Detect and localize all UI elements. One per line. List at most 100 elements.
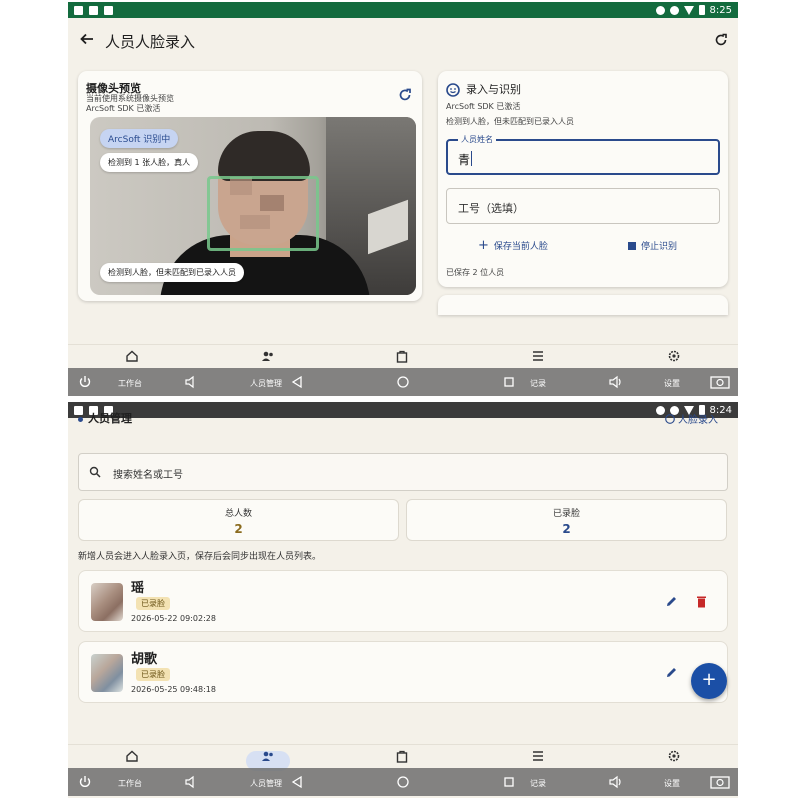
camera-refresh-icon[interactable]	[398, 88, 412, 102]
face-enroll-screen: 8:25 人员人脸录入 摄像头预览 当前使用系统摄像头预览 ArcSoft SD…	[68, 2, 738, 396]
status-time: 8:25	[709, 4, 732, 16]
text-caret	[471, 151, 472, 166]
nav-label-workbench: 工作台	[118, 779, 142, 788]
bag-icon	[396, 350, 408, 363]
gallery-notification-icon	[74, 5, 83, 15]
sdk-status-text: ArcSoft SDK 已激活	[86, 104, 161, 113]
bluetooth-icon	[655, 5, 665, 15]
enrolled-face-stat: 已录脸 2	[406, 499, 727, 541]
bag-icon	[396, 750, 408, 763]
bullet-icon	[78, 416, 83, 422]
status-bar: 8:25	[68, 2, 738, 18]
person-name-field[interactable]: 人员姓名 青	[446, 134, 720, 175]
people-icon	[262, 351, 273, 361]
nav-item-records[interactable]	[508, 349, 568, 369]
top-app-bar: 人员人脸录入	[68, 24, 738, 58]
list-item[interactable]: 瑶 已录脸 2026-05-22 09:02:28	[78, 570, 728, 632]
gear-icon	[668, 750, 680, 762]
face-smile-icon	[665, 413, 675, 424]
back-arrow-icon[interactable]	[80, 32, 94, 46]
nav-label-people: 人员管理	[250, 379, 282, 388]
face-count-chip: 检测到 1 张人脸，真人	[100, 153, 199, 172]
nav-item-settings[interactable]	[644, 749, 704, 769]
match-result-chip: 检测到人脸，但未匹配到已录入人员	[100, 263, 244, 282]
save-face-label: 保存当前人脸	[493, 242, 548, 252]
system-navigation-bar: 工作台 人员管理 记录 设置	[68, 368, 738, 396]
home-icon	[126, 350, 138, 362]
people-management-screen: 8:24 人员管理 人脸录入 搜索姓名或工号 总人数 2 已录脸 2 新增人员会…	[68, 402, 738, 798]
face-smile-icon	[446, 83, 460, 97]
nav-item-people[interactable]	[238, 749, 298, 769]
face-enroll-link-label: 人脸录入	[678, 415, 718, 426]
edit-pencil-icon[interactable]	[665, 666, 678, 679]
nav-item-workbench[interactable]	[102, 749, 162, 769]
nav-label-settings: 设置	[664, 779, 680, 788]
recents-square-icon[interactable]	[502, 375, 516, 389]
battery-icon	[698, 5, 705, 15]
stop-icon	[628, 241, 636, 250]
recents-square-icon[interactable]	[502, 775, 516, 789]
back-triangle-icon[interactable]	[290, 775, 304, 789]
nav-item-settings[interactable]	[644, 349, 704, 369]
home-circle-icon[interactable]	[396, 375, 410, 389]
plus-icon: +	[478, 237, 489, 253]
power-icon[interactable]	[78, 775, 92, 789]
page-title: 人员人脸录入	[105, 33, 196, 51]
status-bar: 8:24	[68, 402, 738, 418]
person-name-value[interactable]: 青	[458, 151, 470, 168]
stop-recognition-label: 停止识别	[641, 242, 678, 252]
edit-pencil-icon[interactable]	[665, 595, 678, 608]
total-people-label: 总人数	[224, 509, 252, 519]
volume-up-icon[interactable]	[608, 375, 622, 389]
avatar	[91, 654, 123, 692]
person-name: 瑶	[131, 581, 145, 596]
search-input[interactable]: 搜索姓名或工号	[78, 453, 728, 491]
recognition-status-chip: ArcSoft 识别中	[100, 129, 179, 148]
face-enroll-link[interactable]: 人脸录入	[665, 411, 718, 426]
list-item[interactable]: 胡歌 已录脸 2026-05-25 09:48:18	[78, 641, 728, 703]
volume-down-icon[interactable]	[184, 775, 198, 789]
nav-item-workbench[interactable]	[102, 349, 162, 369]
enroll-time: 2026-05-25 09:48:18	[131, 685, 216, 694]
gear-icon	[668, 350, 680, 362]
sdk-status-text: ArcSoft SDK 已激活	[446, 102, 521, 111]
person-name: 胡歌	[131, 652, 158, 667]
nav-item-enroll[interactable]	[372, 349, 432, 369]
power-icon[interactable]	[78, 375, 92, 389]
add-person-button[interactable]: +	[691, 663, 727, 699]
employee-id-field[interactable]: 工号（选填）	[446, 188, 720, 224]
volume-down-icon[interactable]	[184, 375, 198, 389]
save-face-button[interactable]: + 保存当前人脸	[478, 237, 548, 253]
hint-text: 新增人员会进入人脸录入页，保存后会同步出现在人员列表。	[78, 552, 322, 562]
enroll-recognize-card: 录入与识别 ArcSoft SDK 已激活 检测到人脸，但未匹配到已录入人员 人…	[438, 71, 728, 287]
camera-preview: ArcSoft 识别中 检测到 1 张人脸，真人 检测到人脸，但未匹配到已录入人…	[90, 117, 416, 295]
delete-trash-icon[interactable]	[696, 595, 707, 608]
section-title: 人员管理	[78, 410, 132, 426]
back-triangle-icon[interactable]	[290, 375, 304, 389]
dnd-icon	[669, 5, 679, 15]
nav-item-people[interactable]	[238, 349, 298, 369]
face-detection-box	[207, 176, 319, 251]
nav-item-records[interactable]	[508, 749, 568, 769]
blurred-hair	[218, 131, 310, 181]
refresh-icon[interactable]	[714, 33, 728, 47]
total-people-stat: 总人数 2	[78, 499, 399, 541]
enrolled-face-label: 已录脸	[552, 509, 580, 519]
camera-preview-card: 摄像头预览 当前使用系统摄像头预览 ArcSoft SDK 已激活 ArcSof…	[78, 71, 422, 301]
screenshot-camera-icon[interactable]	[710, 375, 730, 389]
search-placeholder: 搜索姓名或工号	[113, 470, 183, 481]
nav-label-settings: 设置	[664, 379, 680, 388]
home-circle-icon[interactable]	[396, 775, 410, 789]
list-icon	[533, 751, 543, 761]
screenshot-camera-icon[interactable]	[710, 775, 730, 789]
match-status-text: 检测到人脸，但未匹配到已录入人员	[446, 117, 574, 126]
list-icon	[533, 351, 543, 361]
volume-up-icon[interactable]	[608, 775, 622, 789]
saved-count-text: 已保存 2 位人员	[446, 268, 505, 277]
bluetooth-icon	[655, 405, 665, 415]
nav-item-enroll[interactable]	[372, 749, 432, 769]
next-card-edge	[438, 295, 728, 315]
stop-recognition-button[interactable]: 停止识别	[628, 239, 677, 252]
system-navigation-bar: 工作台 人员管理 记录 设置	[68, 768, 738, 796]
search-icon	[89, 466, 101, 478]
